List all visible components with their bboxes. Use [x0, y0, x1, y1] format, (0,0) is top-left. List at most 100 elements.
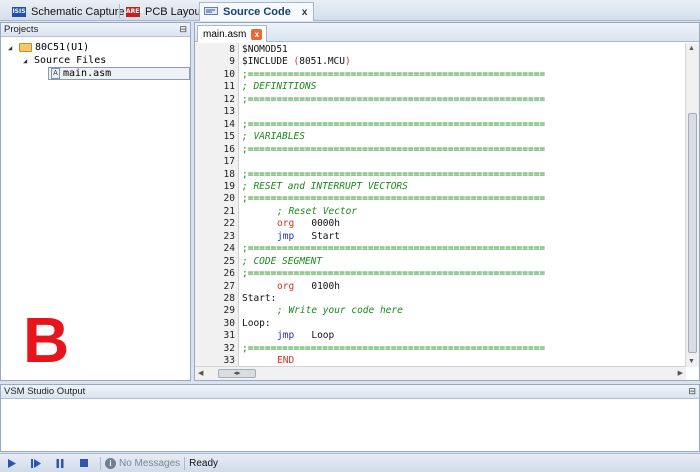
expand-triangle-icon[interactable]: ◢ [8, 44, 16, 52]
line-number-gutter: 8 9 10 11 12 13 14 15 16 17 18 19 20 21 22 23 24 25 26 27 28… [195, 43, 239, 367]
info-icon: i [105, 457, 116, 469]
horizontal-scrollbar[interactable]: ◀ ◂▸ ▶ [195, 366, 686, 380]
line-number: 32 [223, 342, 235, 354]
code-line: ;=======================================… [242, 118, 546, 130]
line-number: 28 [223, 293, 235, 304]
isis-icon: ISIS [12, 6, 26, 17]
pause-icon [56, 458, 64, 468]
step-button[interactable] [24, 454, 48, 472]
output-panel-header: VSM Studio Output ⊟ [1, 385, 699, 399]
tree-item-80c51[interactable]: ◢ 80C51(U1) [8, 41, 89, 54]
tab-divider [119, 4, 120, 18]
code-line: ;=======================================… [242, 68, 546, 80]
line-number: 26 [223, 268, 235, 280]
tab-label: Schematic Capture [31, 5, 125, 18]
code-icon [204, 6, 218, 19]
status-divider [184, 456, 186, 470]
code-line: ;=======================================… [242, 143, 546, 155]
code-line: ;=======================================… [242, 243, 546, 255]
panel-title: VSM Studio Output [4, 386, 86, 397]
expand-triangle-icon[interactable]: ◢ [23, 57, 31, 65]
vertical-scrollbar[interactable]: ▲ ▼ [685, 43, 699, 367]
line-number: 14 [223, 118, 235, 130]
overlay-letter: B [23, 304, 70, 376]
code-line: org 0100h [277, 281, 340, 293]
line-number: 19 [223, 180, 235, 192]
close-icon[interactable]: x [302, 7, 308, 18]
code-operand: 0000h [311, 218, 340, 230]
line-number: 15 [223, 131, 235, 143]
scroll-right-icon[interactable]: ▶ [678, 369, 683, 377]
code-keyword: org [277, 280, 295, 292]
scroll-left-icon[interactable]: ◀ [198, 369, 203, 377]
stop-button[interactable] [72, 454, 96, 472]
play-button[interactable] [0, 454, 24, 472]
scroll-up-icon[interactable]: ▲ [688, 45, 695, 52]
tree-item-label: 80C51(U1) [35, 42, 90, 53]
status-bar: i No Messages Ready [0, 453, 700, 472]
horizontal-scroll-thumb[interactable]: ◂▸ [218, 369, 256, 378]
source-editor-panel: main.asm x 8 9 10 11 12 13 14 15 16 17 18 19 20 21 22 2… [194, 22, 700, 381]
code-operand: Loop [311, 330, 335, 342]
code-line: ; Write your code here [277, 305, 403, 317]
code-line: jmp Loop [277, 330, 334, 342]
tab-source-code[interactable]: Source Code x [199, 2, 315, 21]
code-line: org 0000h [277, 218, 340, 230]
line-number: 22 [223, 218, 235, 230]
editor-tab-label: main.asm [203, 28, 247, 40]
code-line: ;=======================================… [242, 168, 546, 180]
code-line: Start: [242, 293, 277, 304]
line-number: 11 [223, 81, 235, 93]
line-number: 17 [223, 156, 235, 168]
code-line: ;=======================================… [242, 342, 546, 354]
ready-status: Ready [189, 457, 219, 469]
document-tab-bar: ISIS Schematic Capture x ARES PCB Layout… [0, 0, 700, 21]
projects-panel-header: Projects ⊟ [1, 23, 190, 37]
tab-label: PCB Layout [145, 5, 204, 18]
close-icon[interactable]: x [251, 28, 263, 40]
code-line: ; RESET and INTERRUPT VECTORS [242, 180, 408, 192]
line-number: 27 [223, 280, 235, 292]
projects-panel: Projects ⊟ ◢ 80C51(U1) ◢ Source Files A … [0, 22, 191, 381]
code-line: $INCLUDE (8051.MCU) [242, 56, 351, 68]
ares-icon: ARES [126, 6, 144, 17]
code-line: Loop: [242, 317, 271, 329]
output-panel: VSM Studio Output ⊟ [0, 384, 700, 452]
folder-icon [19, 43, 32, 52]
line-number: 31 [223, 330, 235, 342]
code-line: $NOMOD51 [242, 44, 288, 55]
code-line: ; DEFINITIONS [242, 81, 317, 93]
tree-item-source-files[interactable]: ◢ Source Files [23, 54, 106, 67]
tree-item-label: Source Files [34, 55, 107, 66]
scroll-down-icon[interactable]: ▼ [688, 358, 695, 365]
code-operand: 0100h [311, 280, 340, 292]
stop-icon [80, 459, 88, 467]
line-number: 24 [223, 243, 235, 255]
code-keyword: org [277, 218, 295, 230]
pin-icon[interactable]: ⊟ [688, 385, 696, 398]
code-keyword: jmp [277, 330, 295, 342]
messages-status[interactable]: No Messages [119, 458, 180, 469]
code-line: ;=======================================… [242, 193, 546, 205]
code-area[interactable]: $NOMOD51 $INCLUDE (8051.MCU) ;============… [240, 43, 680, 367]
line-number: 13 [223, 106, 235, 118]
vertical-scroll-thumb[interactable] [688, 113, 697, 353]
line-number: 10 [223, 68, 235, 80]
code-line: ; VARIABLES [242, 131, 305, 143]
editor-tab-bar: main.asm x [195, 23, 699, 42]
pause-button[interactable] [48, 454, 72, 472]
code-line: ;=======================================… [242, 93, 546, 105]
code-line: ;=======================================… [242, 268, 546, 280]
code-keyword: jmp [277, 230, 295, 242]
tab-label: Source Code [223, 6, 291, 18]
line-number: 20 [223, 193, 235, 205]
panel-title: Projects [4, 24, 39, 35]
editor-tab-main-asm[interactable]: main.asm x [197, 25, 268, 42]
line-number: 21 [223, 205, 235, 217]
line-number: 25 [223, 255, 235, 267]
step-icon [31, 458, 41, 468]
line-number: 23 [223, 230, 235, 242]
line-number: 9 [229, 56, 235, 68]
pin-icon[interactable]: ⊟ [179, 23, 187, 36]
tree-item-main-asm[interactable]: A main.asm [48, 67, 190, 80]
